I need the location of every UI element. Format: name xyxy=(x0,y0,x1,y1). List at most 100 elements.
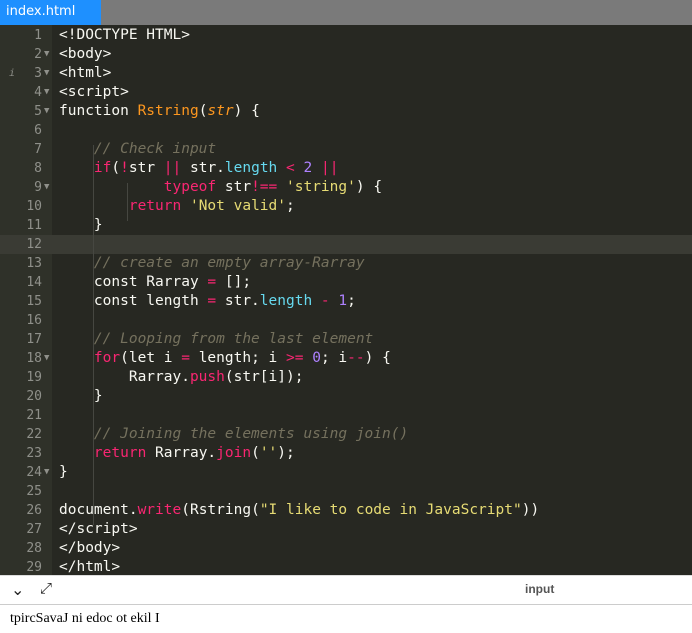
line-number: 5 xyxy=(34,104,42,119)
code-line[interactable]: 7 // Check input xyxy=(0,140,692,159)
code-line[interactable]: 4 ▼ <script> xyxy=(0,83,692,102)
code-line[interactable]: 14 const Rarray = []; xyxy=(0,273,692,292)
code-line[interactable]: 17 // Looping from the last element xyxy=(0,330,692,349)
line-number: 7 xyxy=(34,142,42,157)
fold-arrow-icon[interactable]: ▼ xyxy=(44,64,49,83)
code-text: if(!str || str.length < 2 || xyxy=(93,160,339,176)
line-number: 4 xyxy=(34,85,42,100)
code-text: <!DOCTYPE HTML> xyxy=(59,27,190,43)
code-line[interactable]: 13 // create an empty array-Rarray xyxy=(0,254,692,273)
code-text: <body> xyxy=(59,46,112,62)
line-number: 13 xyxy=(26,256,42,271)
code-text: // Looping from the last element xyxy=(93,331,374,347)
code-text: </html> xyxy=(59,559,121,575)
fold-arrow-icon[interactable]: ▼ xyxy=(44,83,49,102)
code-line[interactable]: 21 xyxy=(0,406,692,425)
code-line[interactable]: 18 ▼ for(let i = length; i >= 0; i--) { xyxy=(0,349,692,368)
code-text: <script> xyxy=(59,84,129,100)
code-line[interactable]: 26 document.write(Rstring("I like to code… xyxy=(0,501,692,520)
code-editor[interactable]: 1 <!DOCTYPE HTML> 2 ▼ <body> 3 ▼ i <html> 4 ▼ <scri… xyxy=(0,25,692,575)
info-icon[interactable]: i xyxy=(9,64,15,83)
line-number: 22 xyxy=(26,427,42,442)
code-line[interactable]: 5 ▼ function Rstring(str) { xyxy=(0,102,692,121)
line-number: 20 xyxy=(26,389,42,404)
code-line[interactable]: 8 if(!str || str.length < 2 || xyxy=(0,159,692,178)
line-number: 3 xyxy=(34,66,42,81)
fold-arrow-icon[interactable]: ▼ xyxy=(44,45,49,64)
output-text: tpircSavaJ ni edoc ot ekil I xyxy=(10,611,160,626)
line-number: 8 xyxy=(34,161,42,176)
code-line[interactable]: 20 } xyxy=(0,387,692,406)
code-line[interactable]: 9 ▼ typeof str!== 'string') { xyxy=(0,178,692,197)
code-text: // Check input xyxy=(93,141,217,157)
line-number: 25 xyxy=(26,484,42,499)
code-text: } xyxy=(59,388,103,404)
line-number: 18 xyxy=(26,351,42,366)
code-text: } xyxy=(59,464,68,480)
code-text: return 'Not valid'; xyxy=(128,198,295,214)
tab-index-html[interactable]: index.html xyxy=(0,0,101,25)
code-line[interactable]: 3 ▼ i <html> xyxy=(0,64,692,83)
indent-guide xyxy=(93,145,94,525)
code-line[interactable]: 19 Rarray.push(str[i]); xyxy=(0,368,692,387)
code-text: Rarray.push(str[i]); xyxy=(59,369,304,385)
line-number: 24 xyxy=(26,465,42,480)
line-number: 28 xyxy=(26,541,42,556)
chevron-down-icon[interactable]: ⌄ xyxy=(11,580,24,599)
line-number: 21 xyxy=(26,408,42,423)
code-text: const length = str.length - 1; xyxy=(59,293,356,309)
code-line[interactable]: 29 </html> xyxy=(0,558,692,575)
code-line[interactable]: 16 xyxy=(0,311,692,330)
code-line[interactable]: 11 } xyxy=(0,216,692,235)
code-text: document.write(Rstring("I like to code i… xyxy=(59,502,540,518)
line-number: 27 xyxy=(26,522,42,537)
line-number: 12 xyxy=(26,237,42,252)
line-number: 10 xyxy=(26,199,42,214)
code-line[interactable]: 1 <!DOCTYPE HTML> xyxy=(0,26,692,45)
line-number: 14 xyxy=(26,275,42,290)
fold-arrow-icon[interactable]: ▼ xyxy=(44,463,49,482)
code-text: for(let i = length; i >= 0; i--) { xyxy=(93,350,391,366)
fold-arrow-icon[interactable]: ▼ xyxy=(44,349,49,368)
line-number: 1 xyxy=(34,28,42,43)
code-text: // create an empty array-Rarray xyxy=(93,255,365,271)
code-text: function Rstring(str) { xyxy=(59,103,260,119)
output-panel-header: ⌄ ⤢ input xyxy=(0,575,692,605)
expand-arrows-icon[interactable]: ⤢ xyxy=(40,579,52,597)
line-number: 17 xyxy=(26,332,42,347)
indent-guide xyxy=(93,367,94,405)
line-number: 6 xyxy=(34,123,42,138)
code-text: // Joining the elements using join() xyxy=(93,426,409,442)
code-line[interactable]: 2 ▼ <body> xyxy=(0,45,692,64)
code-line[interactable]: 28 </body> xyxy=(0,539,692,558)
code-text: const Rarray = []; xyxy=(59,274,252,290)
line-number: 2 xyxy=(34,47,42,62)
line-number: 11 xyxy=(26,218,42,233)
line-number: 16 xyxy=(26,313,42,328)
code-line[interactable]: 12 xyxy=(0,235,692,254)
code-line[interactable]: 10 return 'Not valid'; xyxy=(0,197,692,216)
code-text: </script> xyxy=(59,521,138,537)
code-line[interactable]: 24 ▼} xyxy=(0,463,692,482)
line-number: 15 xyxy=(26,294,42,309)
line-number: 23 xyxy=(26,446,42,461)
code-line[interactable]: 23 return Rarray.join(''); xyxy=(0,444,692,463)
code-text: return Rarray.join(''); xyxy=(93,445,295,461)
code-text: <html> xyxy=(59,65,112,81)
code-line[interactable]: 27 </script> xyxy=(0,520,692,539)
code-text: } xyxy=(59,217,103,233)
output-panel: tpircSavaJ ni edoc ot ekil I xyxy=(0,604,692,633)
indent-guide xyxy=(127,183,128,221)
line-number: 19 xyxy=(26,370,42,385)
code-line[interactable]: 15 const length = str.length - 1; xyxy=(0,292,692,311)
fold-arrow-icon[interactable]: ▼ xyxy=(44,102,49,121)
panel-label: input xyxy=(525,582,555,596)
line-number: 26 xyxy=(26,503,42,518)
code-text: typeof str!== 'string') { xyxy=(163,179,383,195)
code-line[interactable]: 6 xyxy=(0,121,692,140)
line-number: 29 xyxy=(26,560,42,575)
tab-bar: index.html xyxy=(0,0,692,25)
fold-arrow-icon[interactable]: ▼ xyxy=(44,178,49,197)
code-line[interactable]: 25 xyxy=(0,482,692,501)
code-line[interactable]: 22 // Joining the elements using join() xyxy=(0,425,692,444)
